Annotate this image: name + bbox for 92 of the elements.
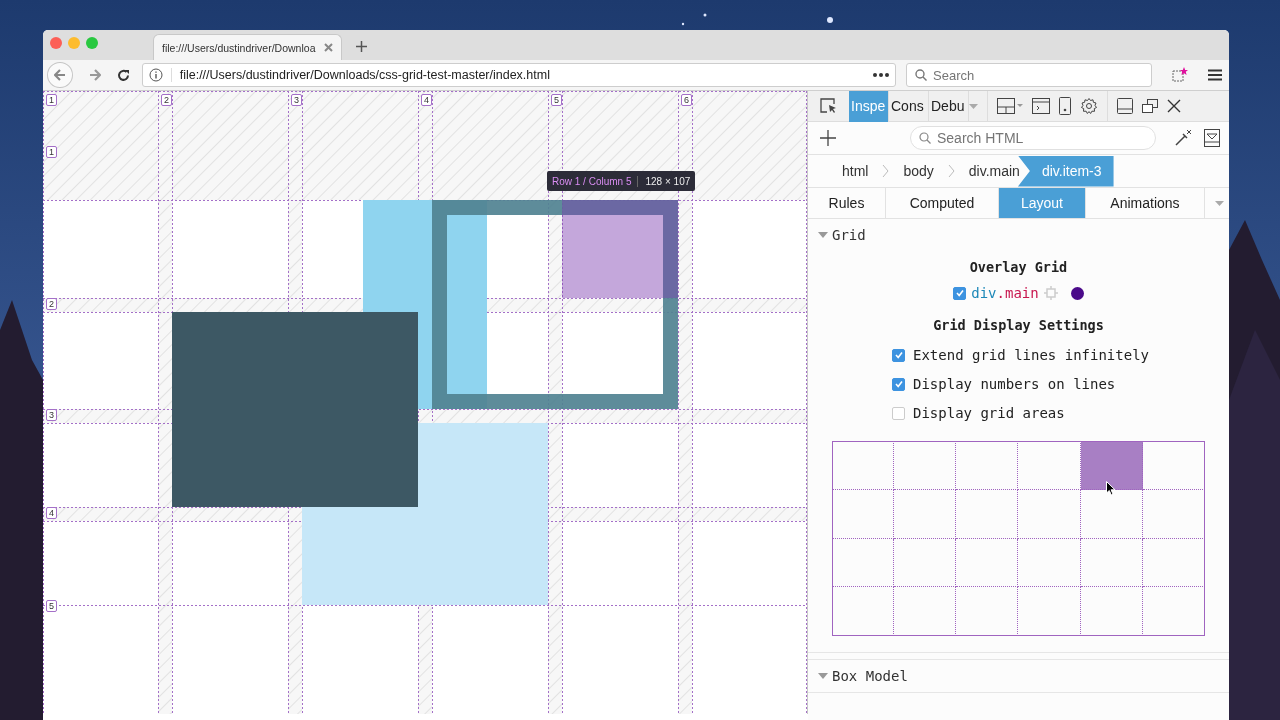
- tooltip-cell-label: Row 1 / Column 5: [552, 175, 639, 187]
- line-number: 1: [46, 94, 57, 106]
- outline-cell[interactable]: [1143, 441, 1206, 490]
- settings-icon[interactable]: [1080, 97, 1098, 115]
- close-window-button[interactable]: [50, 37, 62, 49]
- forward-icon[interactable]: [88, 69, 101, 81]
- breadcrumb[interactable]: div.main: [968, 155, 1020, 187]
- outline-cell[interactable]: [1080, 587, 1144, 636]
- line-number: 5: [46, 600, 57, 612]
- outline-cell[interactable]: [1080, 441, 1144, 490]
- chevron-icon: [882, 164, 890, 178]
- line-number: 1: [46, 146, 57, 158]
- element-picker-icon[interactable]: [820, 98, 838, 114]
- plus-icon[interactable]: [820, 130, 836, 146]
- overlay-grid-heading: Overlay Grid: [969, 259, 1068, 275]
- chevron-icon: [947, 164, 955, 178]
- search-icon: [919, 132, 931, 144]
- back-button[interactable]: [47, 62, 73, 88]
- outline-cell[interactable]: [1018, 489, 1081, 539]
- breadcrumb[interactable]: body: [903, 155, 934, 187]
- checkbox[interactable]: [892, 377, 905, 391]
- line-number: 2: [161, 94, 172, 106]
- outline-cell[interactable]: [1143, 587, 1206, 636]
- address-bar[interactable]: file:///Users/dustindriver/Downloads/css-grid-test-master/index.html: [141, 63, 896, 87]
- screenshot-icon[interactable]: [1204, 129, 1220, 147]
- outline-cell[interactable]: [1018, 441, 1081, 490]
- devtools-tab[interactable]: Debu: [929, 90, 969, 122]
- display-settings-heading: Grid Display Settings: [933, 317, 1104, 333]
- search-field[interactable]: Search: [906, 63, 1152, 87]
- tooltip-size: 128 × 107: [645, 175, 691, 187]
- phone-icon[interactable]: [1059, 97, 1071, 115]
- url-text: file:///Users/dustindriver/Downloads/css-grid-test-master/index.html: [170, 68, 865, 82]
- devtools-tab[interactable]: Cons: [889, 90, 929, 122]
- cursor-icon: [1105, 481, 1116, 496]
- outline-cell[interactable]: [831, 489, 894, 539]
- close-icon[interactable]: [1167, 99, 1181, 113]
- outline-cell[interactable]: [956, 441, 1019, 490]
- line-number: 3: [291, 94, 302, 106]
- line-number: 6: [681, 94, 692, 106]
- line-number: 2: [46, 298, 57, 310]
- checkbox[interactable]: [953, 286, 967, 300]
- outline-cell[interactable]: [1080, 538, 1144, 588]
- eyedropper-icon[interactable]: [1174, 129, 1192, 147]
- windows-icon[interactable]: [1142, 99, 1158, 113]
- outline-cell[interactable]: [1143, 489, 1206, 539]
- outline-cell[interactable]: [831, 441, 894, 490]
- outline-cell[interactable]: [1143, 538, 1206, 588]
- line-number: 3: [46, 409, 57, 421]
- outline-cell[interactable]: [956, 538, 1019, 588]
- setting-label: Display numbers on lines: [913, 376, 1116, 392]
- line-number: 5: [551, 94, 562, 106]
- search-html-field[interactable]: Search HTML: [910, 126, 1156, 150]
- layout-icon[interactable]: [997, 98, 1023, 114]
- back-arrow-icon: [53, 69, 66, 81]
- search-icon: [915, 69, 927, 81]
- caret-icon[interactable]: [969, 103, 978, 109]
- tab-title: file:///Users/dustindriver/Downloa: [162, 41, 317, 54]
- panel-tab[interactable]: Rules: [808, 188, 886, 218]
- grid-selector: div.main: [971, 285, 1039, 301]
- grid-section-header[interactable]: Grid: [808, 219, 1229, 251]
- outline-cell[interactable]: [893, 441, 957, 490]
- dock-bottom-icon[interactable]: [1117, 98, 1133, 114]
- line-number: 4: [421, 94, 432, 106]
- outline-cell[interactable]: [831, 587, 894, 636]
- browser-tab[interactable]: file:///Users/dustindriver/Downloa: [153, 34, 342, 60]
- breadcrumb[interactable]: html: [842, 155, 869, 187]
- more-icon[interactable]: [873, 73, 889, 77]
- twisty-icon: [818, 671, 828, 681]
- panel-tab[interactable]: Animations: [1086, 188, 1205, 218]
- outline-cell[interactable]: [893, 538, 957, 588]
- line-number: 4: [46, 507, 57, 519]
- outline-cell[interactable]: [956, 587, 1019, 636]
- setting-label: Display grid areas: [913, 405, 1065, 421]
- outline-cell[interactable]: [1018, 587, 1081, 636]
- outline-cell[interactable]: [893, 489, 957, 539]
- checkbox[interactable]: [892, 348, 905, 362]
- outline-cell[interactable]: [831, 538, 894, 588]
- outline-cell[interactable]: [1018, 538, 1081, 588]
- plus-icon[interactable]: [356, 41, 367, 52]
- extension-icon[interactable]: [1172, 67, 1188, 83]
- setting-label: Extend grid lines infinitely: [913, 347, 1149, 363]
- caret-icon[interactable]: [1215, 200, 1224, 206]
- menu-icon[interactable]: [1208, 69, 1222, 81]
- reload-icon[interactable]: [116, 68, 130, 82]
- console-icon[interactable]: [1032, 98, 1050, 114]
- outline-cell[interactable]: [893, 587, 957, 636]
- color-dot[interactable]: [1070, 286, 1084, 300]
- box-model-section-header[interactable]: Box Model: [808, 660, 1229, 692]
- outline-cell[interactable]: [956, 489, 1019, 539]
- twisty-icon: [818, 230, 828, 240]
- checkbox[interactable]: [892, 406, 905, 420]
- info-icon[interactable]: [148, 68, 163, 82]
